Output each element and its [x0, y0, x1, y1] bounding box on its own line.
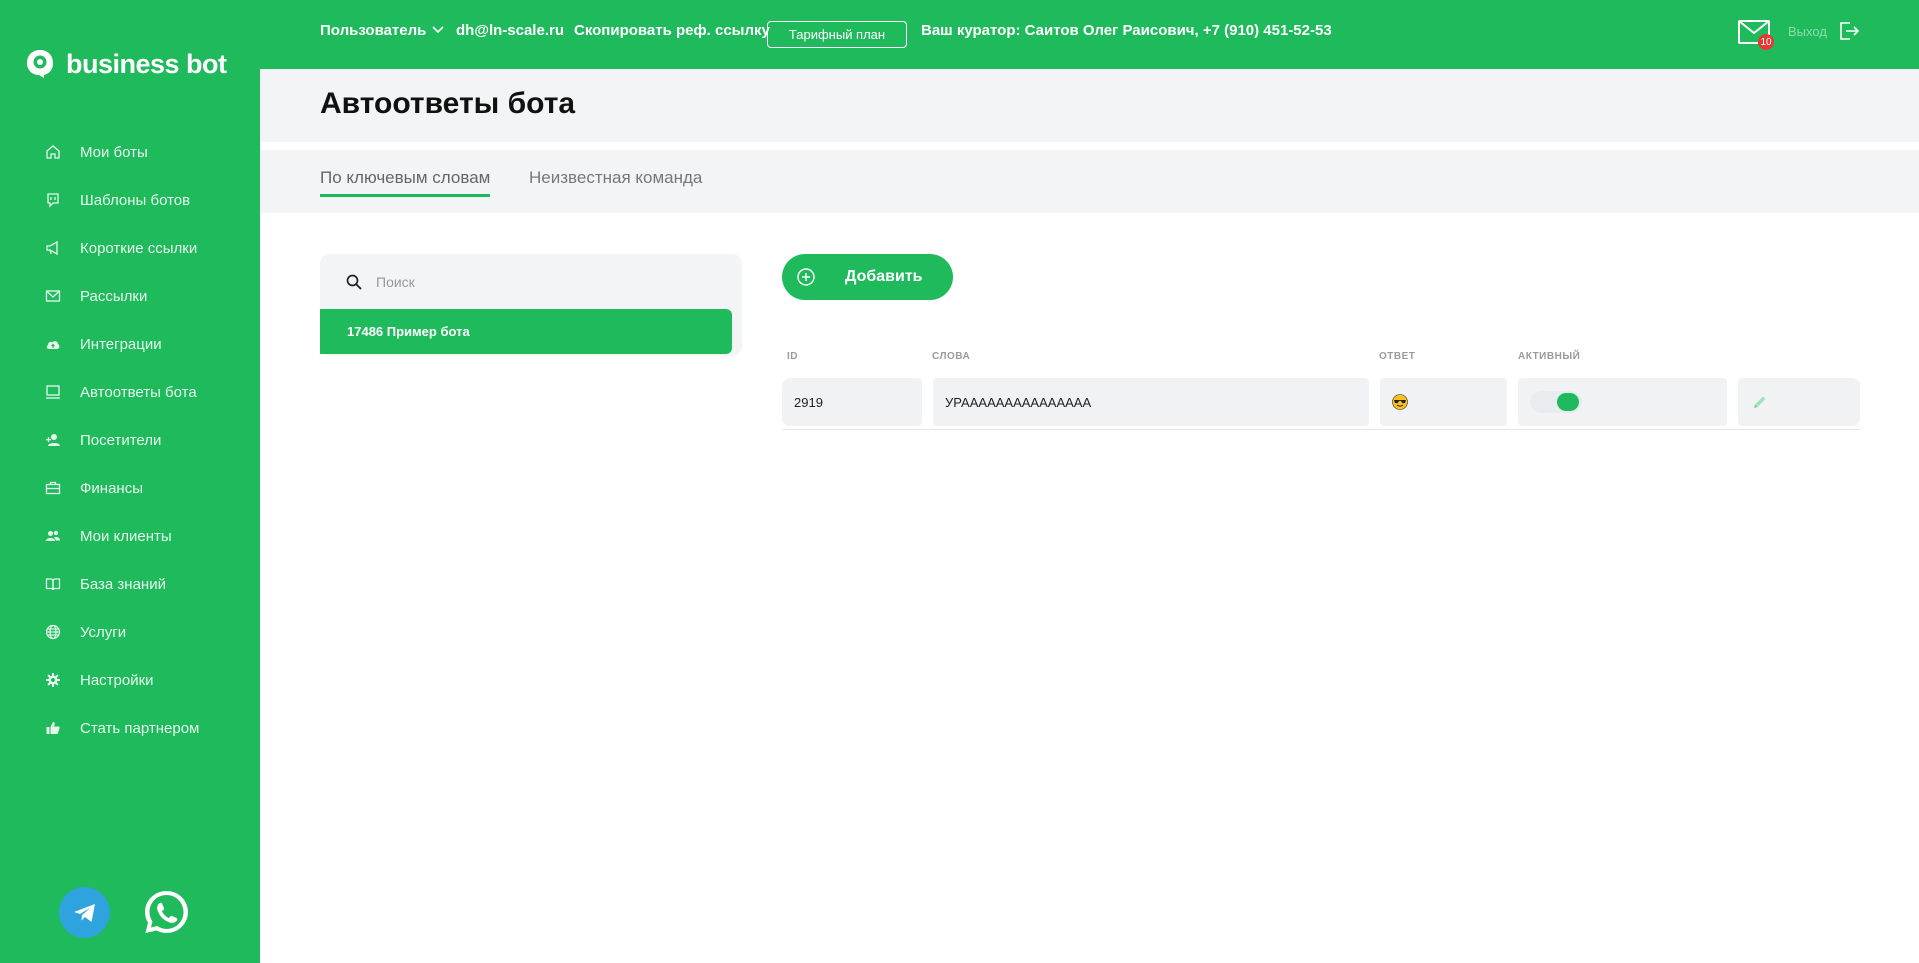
- sidebar-item-label: Рассылки: [80, 287, 148, 305]
- chevron-down-icon: [432, 26, 444, 34]
- plus-circle-icon: [797, 268, 815, 286]
- user-menu-label: Пользователь: [320, 21, 427, 39]
- sidebar-item-settings[interactable]: Настройки: [0, 656, 260, 704]
- sidebar: business bot Мои боты Шаблоны ботов Коро…: [0, 0, 260, 963]
- column-header-id: ID: [787, 351, 798, 362]
- cell-answer: [1380, 378, 1507, 426]
- column-header-answer: ОТВЕТ: [1379, 351, 1416, 362]
- briefcase-icon: [44, 479, 62, 497]
- title-band: Автоответы бота: [260, 69, 1919, 142]
- bot-list-item[interactable]: 17486 Пример бота: [320, 309, 732, 354]
- sidebar-item-autoreplies[interactable]: Автоответы бота: [0, 368, 260, 416]
- sidebar-item-label: Короткие ссылки: [80, 239, 198, 257]
- sidebar-item-mailings[interactable]: Рассылки: [0, 272, 260, 320]
- sidebar-item-label: Мои клиенты: [80, 527, 172, 545]
- users-icon: [44, 527, 62, 545]
- active-toggle[interactable]: [1530, 391, 1582, 413]
- sidebar-item-label: Автоответы бота: [80, 383, 197, 401]
- gear-icon: [44, 671, 62, 689]
- sidebar-item-my-bots[interactable]: Мои боты: [0, 128, 260, 176]
- brand-name: business bot: [66, 48, 227, 79]
- sidebar-item-label: Услуги: [80, 623, 127, 641]
- column-header-words: СЛОВА: [932, 351, 971, 362]
- pencil-icon: [1754, 396, 1766, 408]
- tabs-bar: По ключевым словам Неизвестная команда: [260, 150, 1919, 213]
- search-input[interactable]: [376, 274, 706, 290]
- telegram-icon[interactable]: [59, 887, 110, 938]
- sidebar-item-become-partner[interactable]: Стать партнером: [0, 704, 260, 752]
- cell-words: УРААААААААААААААА: [933, 378, 1369, 426]
- user-menu[interactable]: Пользователь: [320, 0, 444, 60]
- curator-info: Ваш куратор: Саитов Олег Раисович, +7 (9…: [921, 21, 1332, 39]
- row-divider: [782, 429, 1860, 430]
- search-box: [320, 254, 742, 310]
- logout-button[interactable]: Выход: [1788, 22, 1859, 40]
- sidebar-item-short-links[interactable]: Короткие ссылки: [0, 224, 260, 272]
- search-icon: [346, 274, 362, 290]
- logout-icon: [1840, 22, 1859, 40]
- add-button-label: Добавить: [845, 268, 923, 285]
- tab-keywords[interactable]: По ключевым словам: [320, 168, 491, 197]
- chat-icon: [44, 191, 62, 209]
- sidebar-item-services[interactable]: Услуги: [0, 608, 260, 656]
- sidebar-nav: Мои боты Шаблоны ботов Короткие ссылки Р…: [0, 128, 260, 752]
- sidebar-item-label: Посетители: [80, 431, 162, 449]
- megaphone-icon: [44, 239, 62, 257]
- sunglasses-emoji-icon: [1392, 394, 1408, 410]
- monitor-icon: [44, 383, 62, 401]
- bot-list-panel: 17486 Пример бота: [320, 254, 742, 356]
- user-email: dh@ln-scale.ru: [456, 21, 564, 39]
- sidebar-item-label: Настройки: [80, 671, 154, 689]
- tab-unknown-command[interactable]: Неизвестная команда: [529, 168, 702, 194]
- notification-badge: 10: [1758, 34, 1774, 50]
- home-icon: [44, 143, 62, 161]
- tariff-plan-button[interactable]: Тарифный план: [767, 21, 907, 48]
- sidebar-item-label: Шаблоны ботов: [80, 191, 191, 209]
- social-links: [59, 887, 192, 938]
- sidebar-item-label: Стать партнером: [80, 719, 200, 737]
- envelope-icon: [44, 287, 62, 305]
- whatsapp-icon[interactable]: [141, 887, 192, 938]
- edit-button[interactable]: [1738, 378, 1860, 426]
- sidebar-item-my-clients[interactable]: Мои клиенты: [0, 512, 260, 560]
- cell-active: [1518, 378, 1727, 426]
- book-icon: [44, 575, 62, 593]
- sidebar-item-label: Интеграции: [80, 335, 162, 353]
- thumbs-up-icon: [44, 719, 62, 737]
- messages-button[interactable]: 10: [1738, 20, 1774, 50]
- logo-icon: [27, 50, 53, 78]
- logo[interactable]: business bot: [24, 48, 227, 80]
- globe-icon: [44, 623, 62, 641]
- sidebar-item-label: Финансы: [80, 479, 143, 497]
- logout-label: Выход: [1788, 23, 1827, 39]
- copy-ref-link[interactable]: Скопировать реф. ссылку: [574, 0, 770, 60]
- top-header: Пользователь dh@ln-scale.ru Скопировать …: [260, 0, 1919, 69]
- sidebar-item-integrations[interactable]: Интеграции: [0, 320, 260, 368]
- sidebar-item-bot-templates[interactable]: Шаблоны ботов: [0, 176, 260, 224]
- sidebar-item-label: База знаний: [80, 575, 166, 593]
- sidebar-item-visitors[interactable]: Посетители: [0, 416, 260, 464]
- sidebar-item-finances[interactable]: Финансы: [0, 464, 260, 512]
- cloud-upload-icon: [44, 335, 62, 353]
- sidebar-item-label: Мои боты: [80, 143, 148, 161]
- sidebar-item-knowledge-base[interactable]: База знаний: [0, 560, 260, 608]
- column-header-active: АКТИВНЫЙ: [1518, 351, 1581, 362]
- page-title: Автоответы бота: [320, 87, 576, 120]
- add-button[interactable]: Добавить: [782, 254, 953, 300]
- cell-id: 2919: [782, 378, 922, 426]
- user-add-icon: [44, 431, 62, 449]
